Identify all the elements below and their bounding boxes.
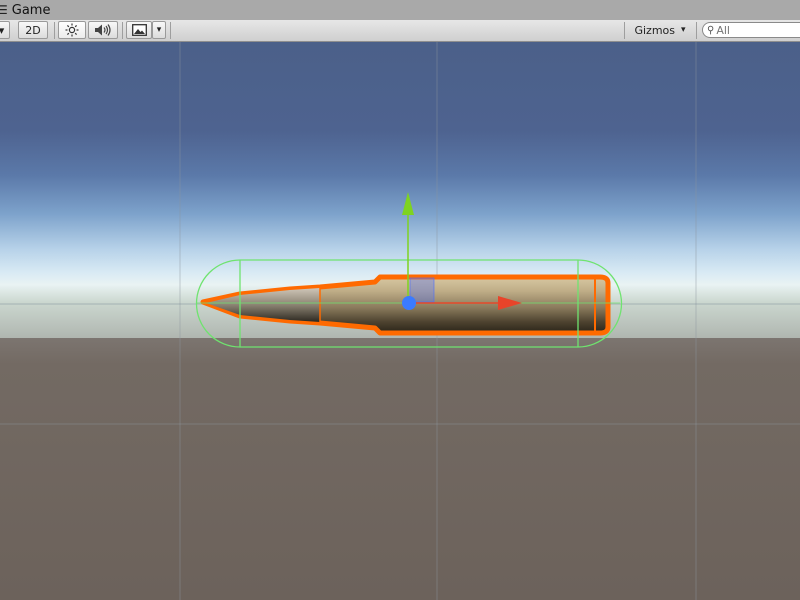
scene-overlay [0,42,800,600]
sun-icon [65,23,79,37]
toolbar-divider [170,22,171,39]
toolbar-divider [54,22,55,39]
2d-toggle-button[interactable]: 2D [18,21,48,39]
tab-bar: ☰ Game [0,0,800,21]
scene-toolbar: ▾ 2D ▾ Gizmos ▾ ⚲ All [0,20,800,42]
audio-toggle-button[interactable] [88,21,118,39]
lighting-toggle-button[interactable] [58,21,86,39]
tab-game[interactable]: ☰ Game [0,0,56,20]
effects-dropdown[interactable]: ▾ [152,21,166,39]
image-icon [131,24,147,36]
search-input[interactable] [716,23,797,37]
toolbar-divider [624,22,625,39]
chevron-down-icon: ▾ [681,25,686,35]
effects-toggle-button[interactable] [126,21,152,39]
chevron-down-icon: ▾ [156,25,162,35]
pivot-handle[interactable] [402,296,416,310]
toolbar-divider [696,22,697,39]
bullet-tip [206,288,320,322]
game-tab-icon: ☰ [0,3,8,17]
toolbar-divider [122,22,123,39]
chevron-down-icon: ▾ [0,23,5,37]
y-axis-arrow-icon[interactable] [402,192,414,215]
2d-toggle-label: 2D [25,23,41,37]
hierarchy-search[interactable]: ⚲ [702,22,800,38]
speaker-icon [95,24,111,36]
tab-game-label: Game [11,2,51,18]
render-mode-dropdown[interactable]: ▾ [0,21,10,39]
gizmos-dropdown[interactable]: Gizmos ▾ [627,21,693,39]
search-icon: ⚲ [707,24,715,36]
scene-viewport[interactable] [0,42,800,600]
gizmos-label: Gizmos [634,23,675,37]
